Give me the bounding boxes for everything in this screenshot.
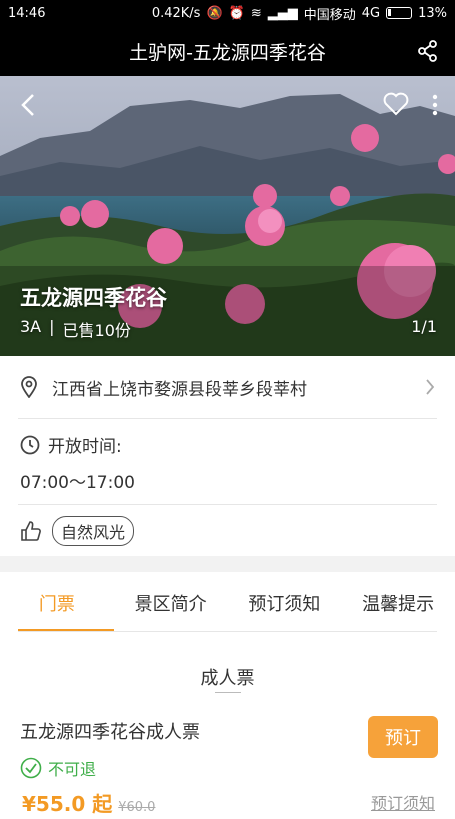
page-title: 土驴网-五龙源四季花谷 bbox=[129, 41, 326, 64]
hours-label: 开放时间: bbox=[48, 437, 122, 457]
ticket-price: ¥55.0 起 ¥60.0 bbox=[22, 788, 155, 817]
more-icon[interactable] bbox=[431, 94, 439, 116]
scenic-photo bbox=[0, 76, 455, 356]
divider bbox=[18, 504, 437, 505]
book-button[interactable]: 预订 bbox=[368, 716, 438, 758]
thumb-up-icon bbox=[21, 521, 41, 541]
attraction-level: 3A bbox=[20, 317, 42, 336]
refund-policy-text: 不可退 bbox=[48, 760, 97, 779]
hero-image[interactable]: 五龙源四季花谷 3A | 已售10份 1/1 bbox=[0, 76, 455, 356]
signal-icon: ▂▄▆ bbox=[267, 5, 298, 21]
status-bar: 14:46 0.42K/s 🔕 ⏰ ≋ ▂▄▆ 中国移动 4G 13% bbox=[0, 0, 455, 26]
mute-icon: 🔕 bbox=[206, 5, 223, 21]
attraction-name: 五龙源四季花谷 bbox=[20, 286, 167, 310]
tag-row: 自然风光 bbox=[20, 516, 135, 546]
status-time: 14:46 bbox=[8, 5, 46, 21]
category-tag[interactable]: 自然风光 bbox=[52, 516, 135, 546]
info-card: 江西省上饶市婺源县段莘乡段莘村 开放时间: 07:00～17:00 自然风光 bbox=[0, 356, 455, 556]
heart-icon[interactable] bbox=[383, 92, 409, 116]
refund-policy: 不可退 bbox=[20, 756, 96, 780]
status-indicators: 0.42K/s 🔕 ⏰ ≋ ▂▄▆ 中国移动 4G 13% bbox=[152, 4, 447, 23]
image-counter: 1/1 bbox=[411, 317, 437, 336]
battery-level: 13% bbox=[418, 5, 447, 21]
tab-bar: 门票 景区简介 预订须知 温馨提示 bbox=[0, 572, 455, 632]
carrier: 中国移动 bbox=[303, 7, 356, 23]
divider bbox=[18, 418, 437, 419]
current-price: ¥55.0 起 bbox=[22, 792, 113, 816]
category-underline bbox=[215, 692, 241, 693]
back-icon[interactable] bbox=[18, 92, 40, 118]
tab-introduction[interactable]: 景区简介 bbox=[114, 572, 228, 632]
meta-divider: | bbox=[49, 317, 55, 336]
address-row[interactable]: 江西省上饶市婺源县段莘乡段莘村 bbox=[0, 356, 455, 418]
location-icon bbox=[21, 376, 37, 398]
net-speed: 0.42K/s bbox=[151, 5, 201, 21]
clock-icon bbox=[20, 435, 40, 454]
alarm-icon: ⏰ bbox=[228, 5, 245, 21]
check-circle-icon bbox=[20, 757, 42, 779]
chevron-right-icon bbox=[426, 379, 435, 395]
wifi-icon: ≋ bbox=[250, 5, 262, 21]
ticket-category-title: 成人票 bbox=[200, 668, 255, 689]
attraction-meta: 3A | 已售10份 bbox=[20, 317, 131, 341]
share-icon[interactable] bbox=[417, 40, 439, 62]
sold-count: 已售10份 bbox=[62, 321, 131, 340]
title-bar: 土驴网-五龙源四季花谷 bbox=[0, 26, 455, 76]
hours-value: 07:00～17:00 bbox=[20, 473, 135, 493]
booking-notice-link[interactable]: 预订须知 bbox=[371, 790, 435, 814]
ticket-name: 五龙源四季花谷成人票 bbox=[20, 722, 200, 743]
ticket-section: 成人票 五龙源四季花谷成人票 预订 不可退 ¥55.0 起 ¥60.0 预订须知 bbox=[0, 632, 455, 819]
tab-tickets[interactable]: 门票 bbox=[0, 572, 114, 632]
tab-booking-notice[interactable]: 预订须知 bbox=[228, 572, 342, 632]
address-text: 江西省上饶市婺源县段莘乡段莘村 bbox=[52, 379, 307, 400]
hours-label-row: 开放时间: bbox=[20, 432, 122, 457]
tab-tips[interactable]: 温馨提示 bbox=[341, 572, 455, 632]
original-price: ¥60.0 bbox=[118, 800, 156, 815]
battery-icon bbox=[386, 7, 413, 19]
network-type: 4G bbox=[361, 5, 381, 21]
